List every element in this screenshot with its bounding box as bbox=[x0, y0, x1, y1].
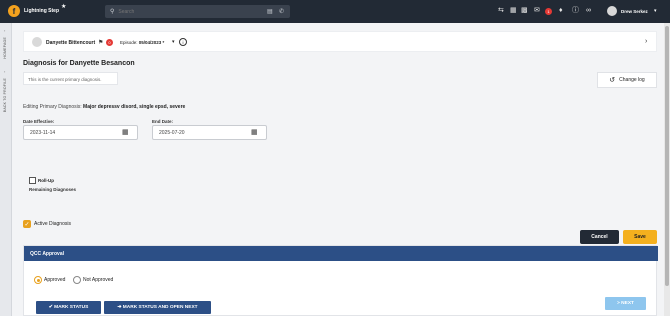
calendar-icon[interactable]: ▦ bbox=[510, 7, 517, 15]
approved-radio[interactable] bbox=[34, 276, 42, 284]
page-title: Diagnosis for Danyette Besancon bbox=[23, 60, 135, 67]
qcc-approval-header: QCC Approval bbox=[24, 246, 658, 261]
date-effective-field[interactable]: 2023-11-14 bbox=[23, 125, 138, 140]
chevron-down-icon[interactable]: ▾ bbox=[654, 8, 657, 14]
episode-value: 05/04/2023 * bbox=[138, 40, 165, 45]
bell-icon[interactable]: ♦ bbox=[559, 7, 563, 15]
flag-icon[interactable]: ⚑ bbox=[98, 39, 103, 46]
episode-selector[interactable]: Episode: 05/04/2023 * bbox=[120, 40, 164, 45]
rail-back-to-profile-link[interactable]: BACK TO PROFILE bbox=[3, 78, 7, 112]
rail-homepage-link[interactable]: HOMEPAGE bbox=[3, 37, 7, 59]
editing-diagnosis-line: Editing Primary Diagnosis: Major depress… bbox=[23, 104, 185, 110]
active-diagnosis-label: Active Diagnosis bbox=[34, 221, 71, 227]
not-approved-radio[interactable] bbox=[73, 276, 81, 284]
patient-alert-badge: 0 bbox=[106, 39, 113, 46]
mark-status-button[interactable]: ✔ MARK STATUS bbox=[36, 301, 101, 314]
episode-label: Episode: bbox=[120, 40, 138, 45]
qcc-approval-panel: QCC Approval Approved Not Approved ✔ MAR… bbox=[23, 245, 658, 316]
calendar-icon[interactable]: ▦ bbox=[251, 128, 258, 136]
transfer-icon[interactable]: ⇆ bbox=[498, 7, 504, 15]
date-effective-label: Date Effective: bbox=[23, 119, 55, 124]
search-input[interactable] bbox=[118, 8, 259, 15]
patient-name[interactable]: Danyette Bittencourt bbox=[46, 40, 95, 46]
chevron-left-icon[interactable]: ‹ bbox=[4, 28, 5, 33]
approved-label: Approved bbox=[44, 277, 66, 283]
save-button[interactable]: Save bbox=[623, 230, 657, 244]
patient-avatar bbox=[32, 37, 42, 47]
notification-count-badge: 1 bbox=[545, 8, 552, 15]
chat-icon[interactable]: ✉ bbox=[534, 7, 540, 15]
user-avatar[interactable] bbox=[607, 6, 617, 16]
cancel-button[interactable]: Cancel bbox=[580, 230, 619, 244]
rollup-checkbox[interactable] bbox=[29, 177, 36, 184]
id-card-icon[interactable]: ▤ bbox=[267, 8, 273, 15]
chevron-down-icon[interactable]: ▾ bbox=[172, 39, 175, 45]
rollup-label: Roll-Up bbox=[38, 178, 54, 183]
link-icon[interactable]: ∞ bbox=[586, 7, 591, 15]
scrollbar-thumb[interactable] bbox=[665, 26, 669, 286]
current-diagnosis-note: This is the current primary diagnosis. bbox=[23, 72, 118, 85]
next-button[interactable]: > NEXT bbox=[605, 297, 646, 310]
top-navbar bbox=[0, 0, 670, 23]
active-diagnosis-checkbox[interactable]: ✓ bbox=[23, 220, 31, 228]
change-log-button[interactable]: ↺ Change log bbox=[597, 72, 657, 88]
remaining-diagnoses-label: Remaining Diagnoses bbox=[29, 187, 77, 192]
user-name[interactable]: Drew Serkez bbox=[621, 9, 648, 14]
history-icon: ↺ bbox=[609, 77, 616, 84]
favorite-star-icon[interactable]: ★ bbox=[61, 3, 66, 10]
editing-label: Editing Primary Diagnosis: bbox=[23, 104, 82, 110]
info-icon[interactable]: i bbox=[179, 38, 187, 46]
chevron-left-icon[interactable]: ‹ bbox=[4, 69, 5, 74]
editing-value: Major depressv disord, single epsd, seve… bbox=[83, 104, 186, 110]
calendar-icon[interactable]: ▦ bbox=[122, 128, 129, 136]
help-icon[interactable]: ⓘ bbox=[572, 7, 579, 15]
end-date-field[interactable]: 2025-07-20 bbox=[152, 125, 267, 140]
global-search[interactable]: ⚲ ▤ ✆ bbox=[105, 5, 290, 18]
left-rail bbox=[0, 23, 12, 316]
chevron-right-icon[interactable]: › bbox=[645, 38, 647, 45]
mark-status-open-next-button[interactable]: ➔ MARK STATUS AND OPEN NEXT bbox=[104, 301, 211, 314]
end-date-label: End Date: bbox=[152, 119, 174, 124]
search-icon: ⚲ bbox=[110, 9, 115, 15]
patient-bar: Danyette Bittencourt ⚑ 0 Episode: 05/04/… bbox=[23, 31, 657, 52]
grid-icon[interactable]: ▩ bbox=[521, 7, 528, 15]
brand-name: Lightning Step bbox=[24, 8, 59, 14]
phone-icon[interactable]: ✆ bbox=[279, 8, 284, 15]
change-log-label: Change log bbox=[619, 77, 645, 83]
app-logo[interactable]: f bbox=[8, 5, 20, 17]
not-approved-label: Not Approved bbox=[83, 277, 114, 283]
